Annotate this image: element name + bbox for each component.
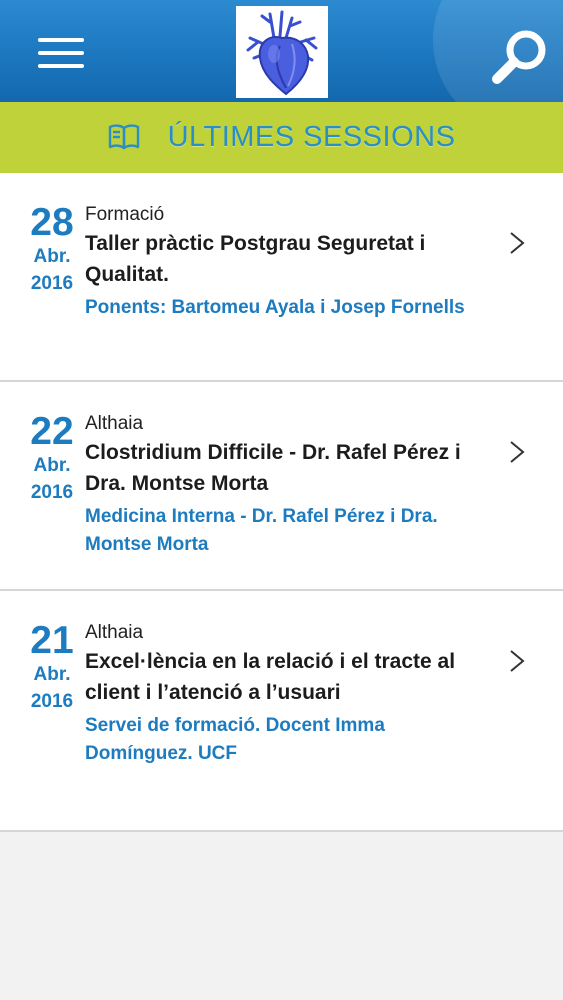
open-book-icon [108, 122, 140, 155]
session-content: Althaia Excel·lència en la relació i el … [85, 620, 485, 768]
session-month: Abr. [33, 455, 71, 476]
chevron-right-icon[interactable] [508, 439, 526, 465]
session-content: Formació Taller pràctic Postgrau Seguret… [85, 202, 485, 322]
magnifier-search-icon[interactable] [490, 28, 552, 86]
chevron-right-icon[interactable] [508, 230, 526, 256]
session-day: 28 [30, 201, 74, 244]
session-category: Althaia [85, 622, 144, 643]
session-item[interactable]: 22 Abr. 2016 Althaia Clostridium Diffici… [0, 382, 563, 591]
session-day: 21 [30, 619, 74, 662]
section-header: ÚLTIMES SESSIONS [0, 102, 563, 173]
top-app-bar [0, 0, 563, 102]
session-content: Althaia Clostridium Difficile - Dr. Rafe… [85, 411, 485, 559]
session-category: Althaia [85, 413, 144, 434]
session-speakers: Medicina Interna - Dr. Rafel Pérez i Dra… [85, 506, 438, 555]
heart-logo-icon [236, 6, 328, 98]
hamburger-menu-icon[interactable] [38, 36, 84, 70]
session-item[interactable]: 21 Abr. 2016 Althaia Excel·lència en la … [0, 591, 563, 832]
session-month: Abr. [33, 664, 71, 685]
session-title: Taller pràctic Postgrau Seguretat i Qual… [85, 232, 426, 286]
session-category: Formació [85, 204, 165, 225]
session-year: 2016 [30, 691, 74, 712]
session-year: 2016 [30, 482, 74, 503]
section-title: ÚLTIMES SESSIONS [167, 121, 456, 153]
sessions-list: 28 Abr. 2016 Formació Taller pràctic Pos… [0, 173, 563, 832]
session-month: Abr. [33, 246, 71, 267]
session-speakers: Servei de formació. Docent Imma Domíngue… [85, 715, 385, 764]
session-title: Clostridium Difficile - Dr. Rafel Pérez … [85, 441, 461, 495]
session-title: Excel·lència en la relació i el tracte a… [85, 650, 456, 704]
chevron-right-icon[interactable] [508, 648, 526, 674]
session-day: 22 [30, 410, 74, 453]
session-item[interactable]: 28 Abr. 2016 Formació Taller pràctic Pos… [0, 173, 563, 382]
session-date: 21 Abr. 2016 [24, 621, 80, 715]
session-speakers: Ponents: Bartomeu Ayala i Josep Fornells [85, 297, 465, 318]
session-date: 28 Abr. 2016 [24, 203, 80, 297]
session-year: 2016 [30, 273, 74, 294]
session-date: 22 Abr. 2016 [24, 412, 80, 506]
